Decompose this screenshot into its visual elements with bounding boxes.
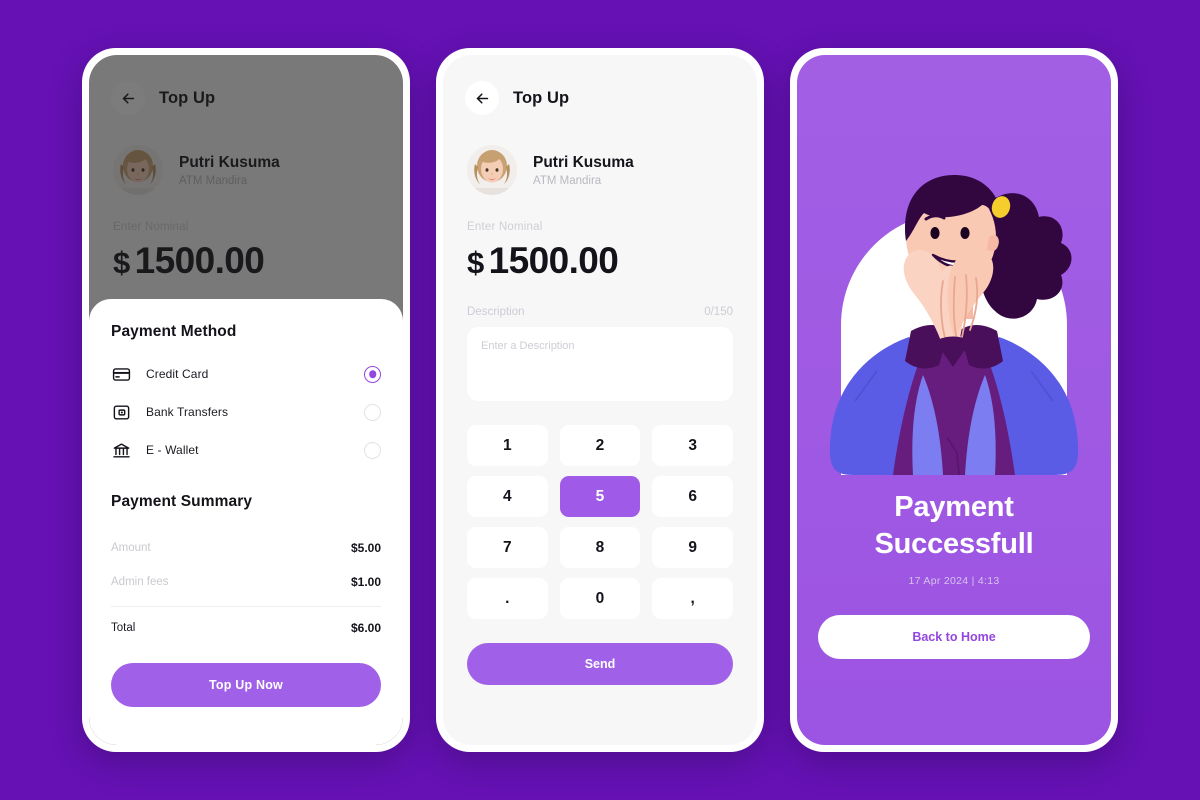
phone-3-success: Payment Successfull 17 Apr 2024 | 4:13 B…	[790, 48, 1118, 752]
key-7[interactable]: 7	[467, 527, 548, 568]
success-title-line-2: Successfull	[874, 528, 1034, 561]
key-3[interactable]: 3	[652, 425, 733, 466]
payment-method-label-1: Bank Transfers	[146, 405, 229, 419]
success-title: Payment Successfull	[875, 489, 1034, 563]
sheet-bottom-spacer	[111, 707, 381, 745]
numeric-keypad: 1 2 3 4 5 6 7 8 9 . 0 ,	[467, 425, 733, 619]
page-title-2: Top Up	[513, 88, 570, 107]
summary-value-0: $5.00	[350, 541, 381, 555]
key-5[interactable]: 5	[559, 476, 641, 517]
success-panel: Payment Successfull 17 Apr 2024 | 4:13 B…	[797, 55, 1111, 745]
wallet-icon	[111, 402, 131, 422]
amount-text-2: 1500.00	[488, 240, 619, 281]
summary-row-amount: Amount $5.00	[111, 531, 381, 565]
payment-summary-rows: Amount $5.00 Admin fees $1.00 Total $6.0…	[111, 531, 381, 645]
description-label: Description	[467, 306, 525, 318]
description-input[interactable]: Enter a Description	[467, 327, 733, 401]
payment-method-radio-1[interactable]	[364, 403, 381, 421]
key-1[interactable]: 1	[467, 425, 548, 466]
credit-card-icon	[111, 364, 131, 384]
avatar-2	[467, 145, 517, 195]
summary-total-value: $6.00	[350, 621, 381, 635]
phone-1-payment-method: Top Up	[82, 48, 410, 752]
back-button-2[interactable]	[465, 81, 499, 115]
payment-method-label-0: Credit Card	[146, 367, 209, 381]
appbar-2: Top Up	[443, 55, 757, 115]
payment-method-list: Credit Card Bank Transfers E - Wallet	[111, 355, 381, 469]
key-4[interactable]: 4	[467, 476, 548, 517]
phone-2-keypad: Top Up Putri Kusuma ATM Mandira Enter No…	[436, 48, 764, 752]
top-up-now-button[interactable]: Top Up Now	[111, 663, 381, 707]
arrow-left-icon	[474, 90, 491, 107]
summary-row-total: Total $6.00	[111, 611, 381, 645]
description-counter: 0/150	[704, 306, 733, 318]
send-button[interactable]: Send	[467, 643, 733, 685]
key-8[interactable]: 8	[559, 527, 641, 568]
bank-icon	[111, 440, 131, 460]
profile-text-2: Putri Kusuma ATM Mandira	[533, 153, 634, 187]
summary-value-1: $1.00	[350, 575, 381, 589]
summary-divider	[111, 606, 381, 607]
profile-bank-2: ATM Mandira	[533, 175, 602, 188]
happy-woman-illustration	[797, 55, 1111, 475]
currency-symbol-2: $	[467, 245, 484, 280]
payment-summary-title: Payment Summary	[111, 493, 253, 510]
back-to-home-button[interactable]: Back to Home	[818, 615, 1090, 660]
key-6[interactable]: 6	[652, 476, 733, 517]
nominal-value-2[interactable]: $1500.00	[467, 240, 733, 282]
summary-key-0: Amount	[111, 542, 151, 554]
profile-name-2: Putri Kusuma	[533, 153, 634, 171]
key-0[interactable]: 0	[559, 578, 641, 619]
key-comma[interactable]: ,	[652, 578, 733, 619]
summary-key-1: Admin fees	[111, 576, 169, 588]
summary-total-key: Total	[111, 622, 136, 634]
success-title-line-1: Payment	[894, 491, 1014, 523]
success-timestamp: 17 Apr 2024 | 4:13	[908, 575, 1000, 588]
payment-method-sheet: Payment Method Credit Card Bank Transfer…	[89, 299, 403, 745]
nominal-section-2: Enter Nominal $1500.00	[443, 195, 757, 282]
payment-method-option-e-wallet[interactable]: E - Wallet	[111, 431, 381, 469]
description-header: Description 0/150	[443, 282, 757, 318]
avatar-photo	[467, 145, 517, 195]
payment-method-option-credit-card[interactable]: Credit Card	[111, 355, 381, 393]
screen-3: Payment Successfull 17 Apr 2024 | 4:13 B…	[797, 55, 1111, 745]
payment-method-radio-2[interactable]	[364, 441, 381, 459]
screen-1: Top Up	[89, 55, 403, 745]
profile-row-2: Putri Kusuma ATM Mandira	[443, 115, 757, 195]
key-2[interactable]: 2	[559, 425, 641, 466]
payment-method-title: Payment Method	[111, 323, 237, 340]
payment-method-option-bank-transfers[interactable]: Bank Transfers	[111, 393, 381, 431]
nominal-label-2: Enter Nominal	[467, 221, 543, 233]
payment-method-radio-0[interactable]	[364, 365, 381, 383]
key-dot[interactable]: .	[467, 578, 548, 619]
payment-method-label-2: E - Wallet	[146, 443, 199, 457]
key-9[interactable]: 9	[652, 527, 733, 568]
phone-mockups-stage: Top Up	[0, 0, 1200, 800]
summary-row-admin-fees: Admin fees $1.00	[111, 565, 381, 599]
screen-2: Top Up Putri Kusuma ATM Mandira Enter No…	[443, 55, 757, 745]
